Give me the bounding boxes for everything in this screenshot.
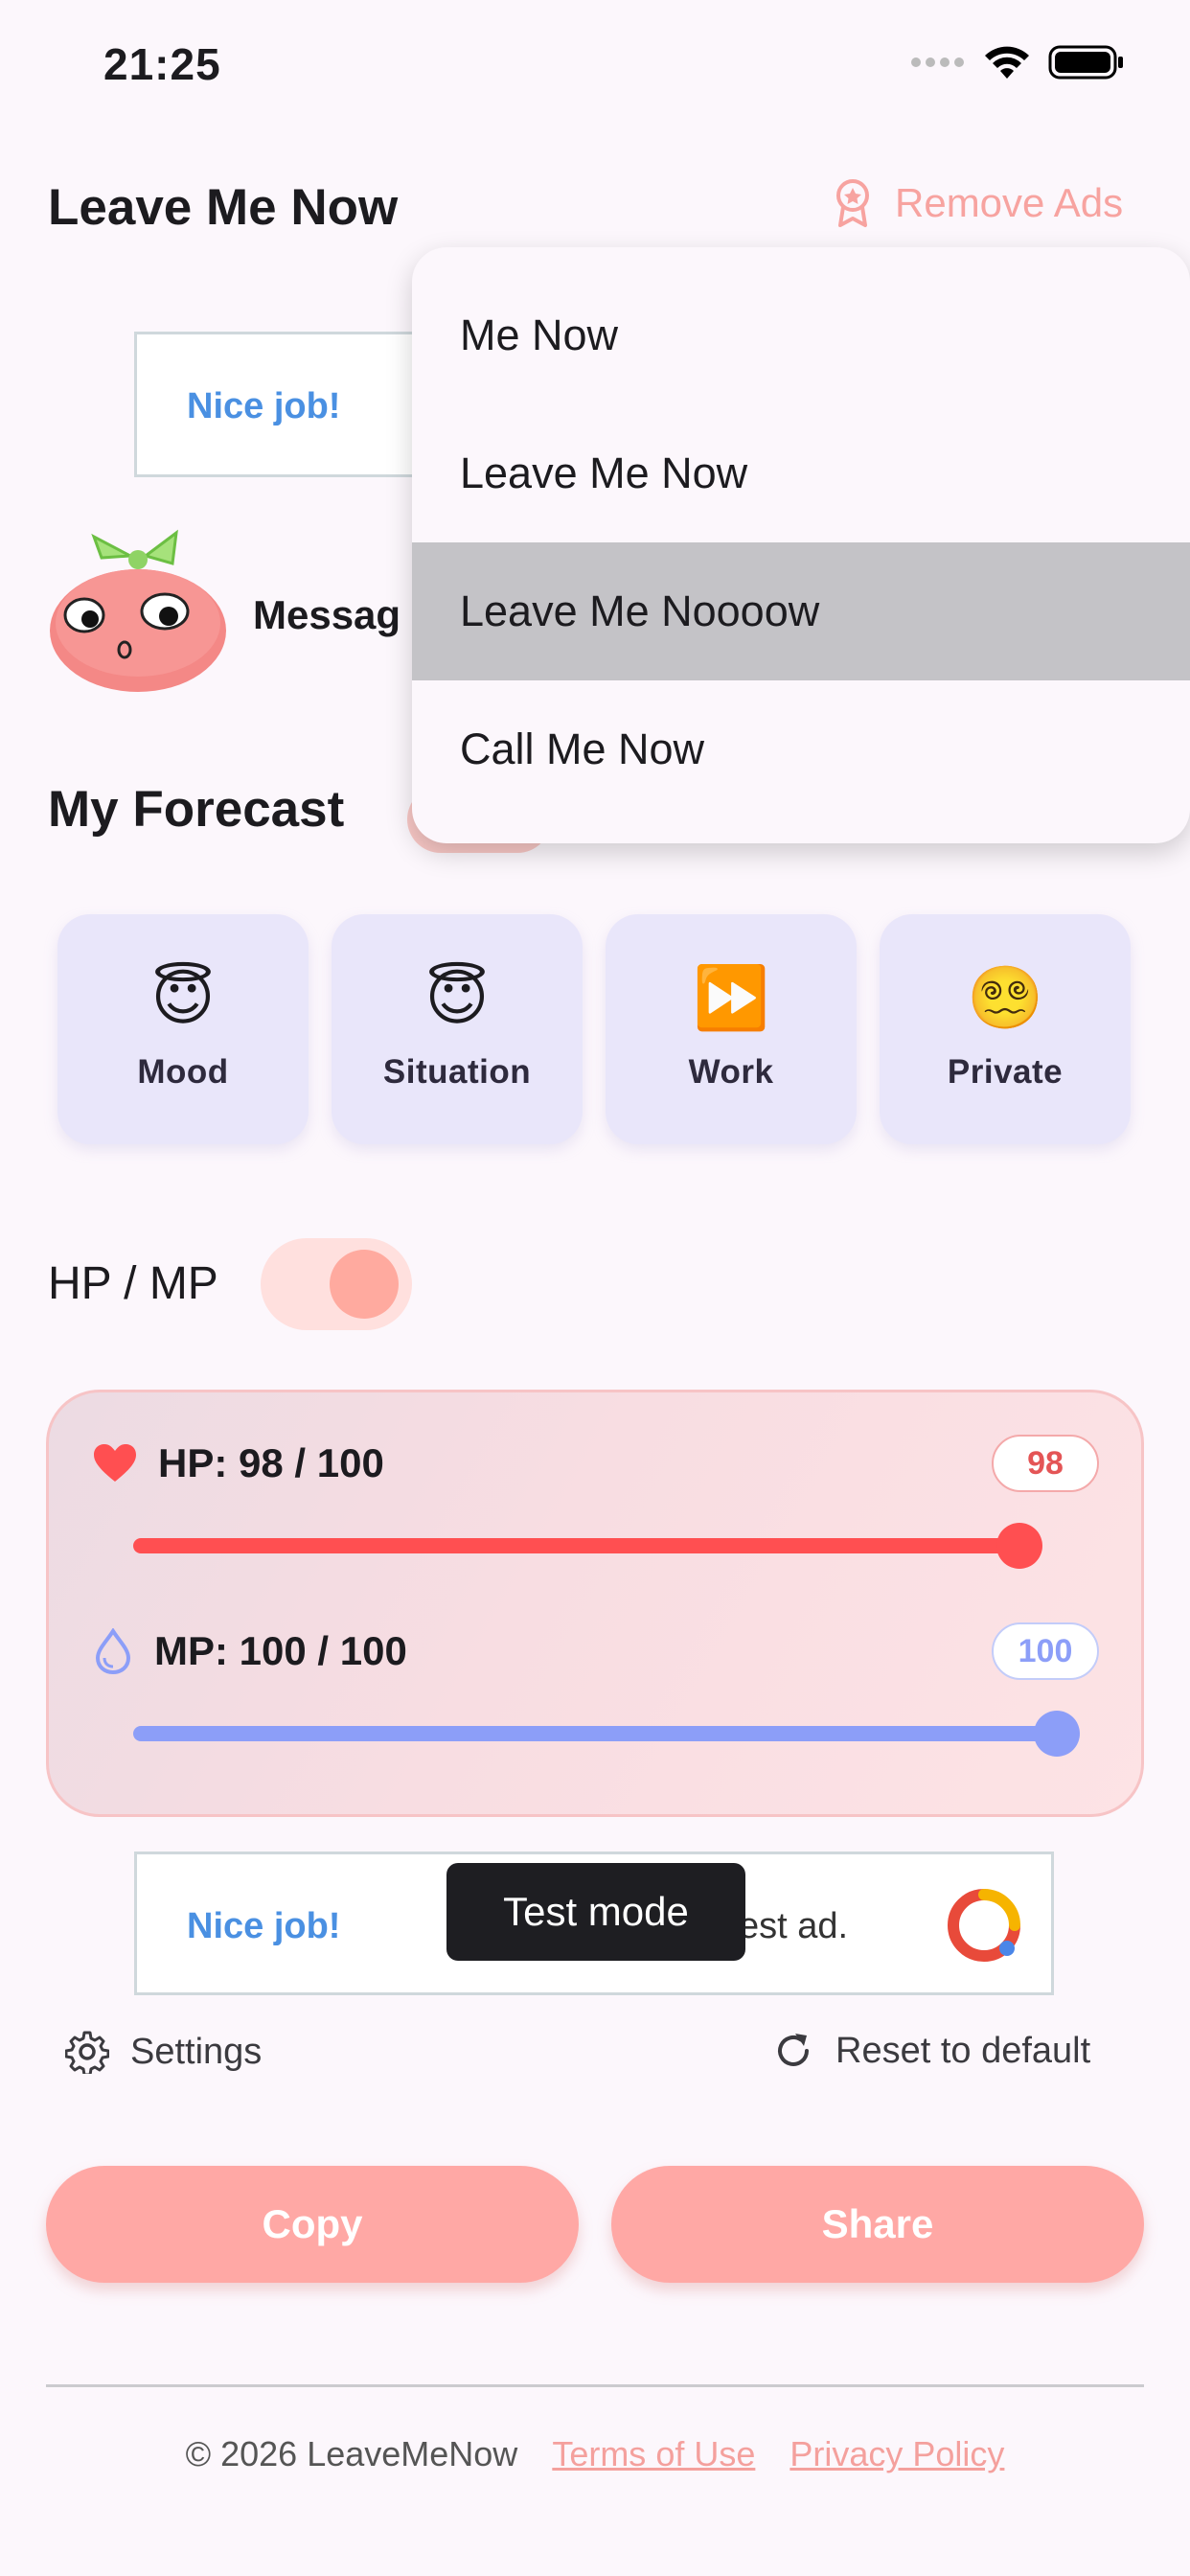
hpmp-toggle[interactable] xyxy=(261,1238,412,1330)
forecast-card-private[interactable]: 😵‍💫 Private xyxy=(880,914,1131,1144)
app-title: Leave Me Now xyxy=(48,179,399,236)
menu-item-leave-me-now[interactable]: Leave Me Now xyxy=(412,404,1190,542)
hp-row: HP: 98 / 100 xyxy=(93,1440,384,1486)
card-label: Mood xyxy=(137,1053,229,1091)
hp-slider-track[interactable] xyxy=(133,1538,1038,1553)
toggle-knob xyxy=(330,1250,399,1319)
hp-slider-thumb[interactable] xyxy=(996,1523,1043,1569)
copyright-text: © 2026 LeaveMeNow xyxy=(185,2434,518,2473)
share-button[interactable]: Share xyxy=(611,2166,1144,2283)
stats-card: HP: 98 / 100 98 MP: 100 / 100 100 xyxy=(46,1390,1144,1817)
gear-icon xyxy=(65,2031,109,2074)
card-label: Situation xyxy=(382,1053,532,1091)
heart-icon xyxy=(94,1444,136,1482)
status-time: 21:25 xyxy=(103,39,221,89)
ad-text: Nice job! xyxy=(187,386,341,426)
message-label: Messag xyxy=(253,592,401,637)
mp-slider-track[interactable] xyxy=(133,1726,1057,1741)
menu-item-leave-me-noooow[interactable]: Leave Me Noooow xyxy=(412,542,1190,680)
title-dropdown-menu: Me Now Leave Me Now Leave Me Noooow Call… xyxy=(412,247,1190,843)
ad-logo-icon xyxy=(948,1889,1020,1962)
test-mode-toast: Test mode xyxy=(446,1863,745,1961)
settings-button[interactable]: Settings xyxy=(65,2030,262,2074)
reset-label: Reset to default xyxy=(835,2030,1091,2071)
hp-badge: 98 xyxy=(992,1435,1099,1492)
ad-text: Nice job! xyxy=(187,1906,341,1946)
mp-badge: 100 xyxy=(992,1622,1099,1680)
forecast-card-work[interactable]: ⏩ Work xyxy=(606,914,857,1144)
angel-emoji-icon: 😇 xyxy=(150,963,216,1032)
wifi-icon xyxy=(985,46,1029,79)
refresh-icon xyxy=(778,2034,809,2066)
settings-label: Settings xyxy=(130,2031,263,2072)
status-icons xyxy=(910,44,1125,80)
terms-link[interactable]: Terms of Use xyxy=(552,2434,755,2474)
dizzy-face-icon: 😵‍💫 xyxy=(967,963,1043,1032)
fast-forward-icon: ⏩ xyxy=(693,963,769,1032)
mp-label: MP: 100 / 100 xyxy=(154,1628,407,1673)
award-icon xyxy=(836,179,869,227)
forecast-title: My Forecast xyxy=(48,781,345,838)
forecast-card-mood[interactable]: 😇 Mood xyxy=(57,914,309,1144)
footer-divider xyxy=(46,2384,1144,2387)
water-drop-icon xyxy=(95,1628,131,1674)
tomato-avatar xyxy=(50,529,226,692)
forecast-card-situation[interactable]: 😇 Situation xyxy=(332,914,583,1144)
signal-icon xyxy=(911,58,964,67)
battery-icon xyxy=(1048,45,1123,80)
footer: © 2026 LeaveMeNow Terms of Use Privacy P… xyxy=(0,2434,1190,2474)
card-label: Work xyxy=(688,1053,774,1091)
hp-label: HP: 98 / 100 xyxy=(158,1440,384,1485)
remove-ads-label: Remove Ads xyxy=(895,180,1124,225)
ad-suffix-text: est ad. xyxy=(739,1906,849,1946)
mp-slider-thumb[interactable] xyxy=(1034,1711,1080,1757)
reset-button[interactable]: Reset to default xyxy=(772,2030,1090,2072)
mp-row: MP: 100 / 100 xyxy=(93,1628,407,1674)
menu-item-me-now[interactable]: Me Now xyxy=(412,266,1190,404)
remove-ads-button[interactable]: Remove Ads xyxy=(832,178,1123,228)
hpmp-label: HP / MP xyxy=(48,1258,218,1309)
angel-emoji-icon: 😇 xyxy=(424,963,490,1032)
privacy-link[interactable]: Privacy Policy xyxy=(790,2434,1004,2474)
copy-button[interactable]: Copy xyxy=(46,2166,579,2283)
card-label: Private xyxy=(947,1053,1064,1091)
menu-item-call-me-now[interactable]: Call Me Now xyxy=(412,680,1190,818)
